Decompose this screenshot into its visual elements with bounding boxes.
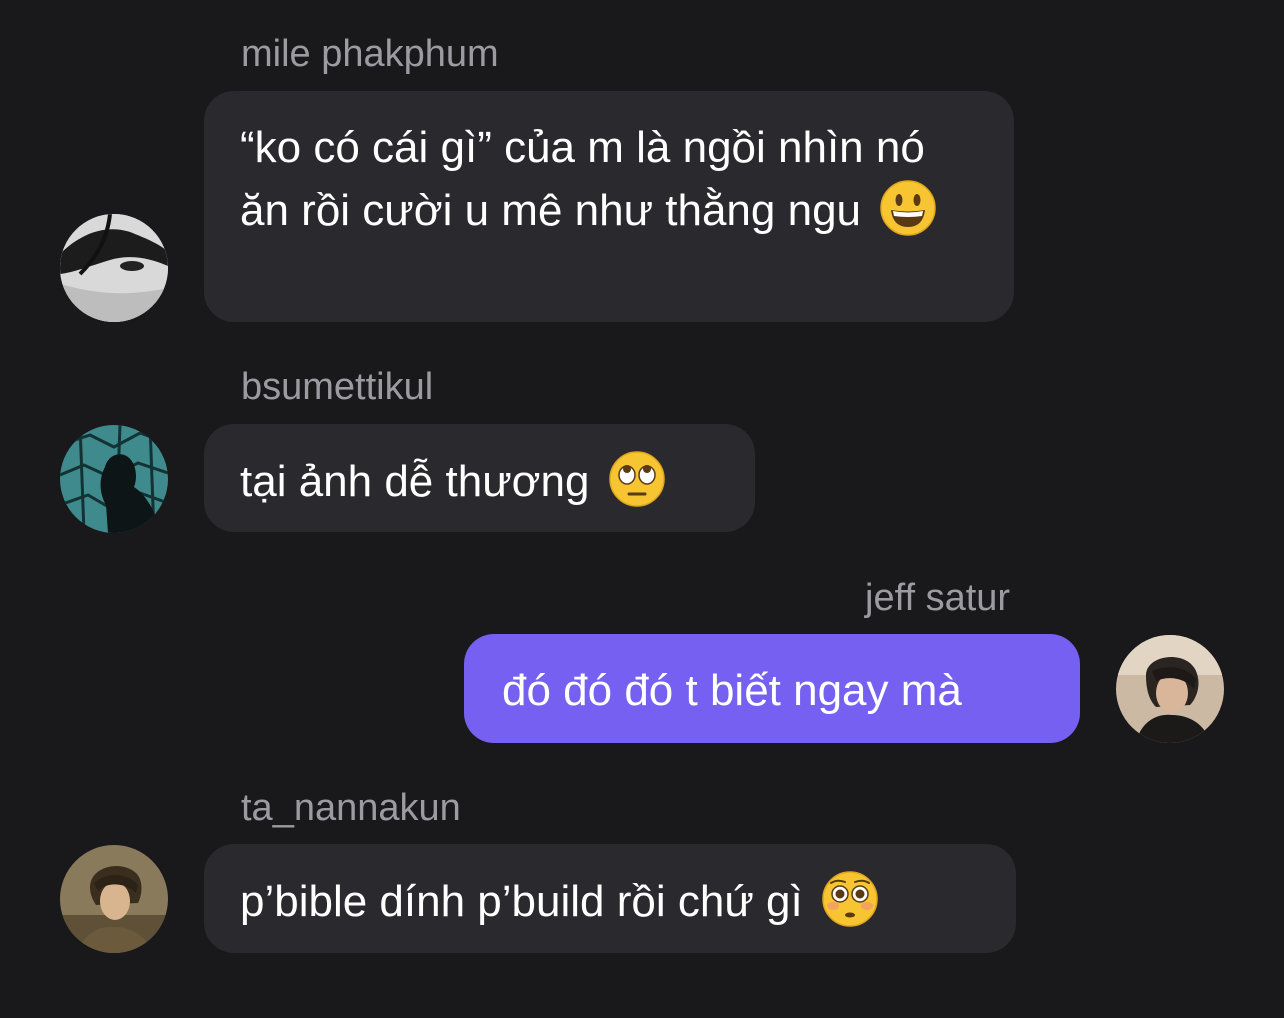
sender-name: jeff satur — [865, 577, 1011, 619]
rolling-eyes-face-icon — [608, 450, 666, 508]
avatar[interactable] — [1116, 635, 1224, 743]
message-bubble[interactable]: “ko có cái gì” của m là ngồi nhìn nó ăn … — [204, 91, 1014, 322]
message-bubble-outgoing[interactable]: đó đó đó t biết ngay mà — [464, 634, 1080, 743]
flushed-face-icon — [821, 870, 879, 928]
grinning-face-icon — [879, 179, 937, 237]
message-bubble[interactable]: tại ảnh dễ thương — [204, 424, 755, 532]
chat-thread: mile phakphum “ko có cái gì” của m là ng… — [0, 0, 1284, 1018]
message-text: “ko có cái gì” của m là ngồi nhìn nó ăn … — [240, 123, 925, 235]
sender-name: mile phakphum — [241, 33, 499, 75]
message-text: đó đó đó t biết ngay mà — [502, 666, 962, 715]
avatar[interactable] — [60, 425, 168, 533]
message-bubble[interactable]: p’bible dính p’build rồi chứ gì — [204, 844, 1016, 953]
sender-name: ta_nannakun — [241, 787, 461, 829]
message-text: tại ảnh dễ thương — [240, 457, 590, 506]
message-text: p’bible dính p’build rồi chứ gì — [240, 877, 803, 926]
avatar[interactable] — [60, 845, 168, 953]
sender-name: bsumettikul — [241, 366, 434, 408]
avatar[interactable] — [60, 214, 168, 322]
